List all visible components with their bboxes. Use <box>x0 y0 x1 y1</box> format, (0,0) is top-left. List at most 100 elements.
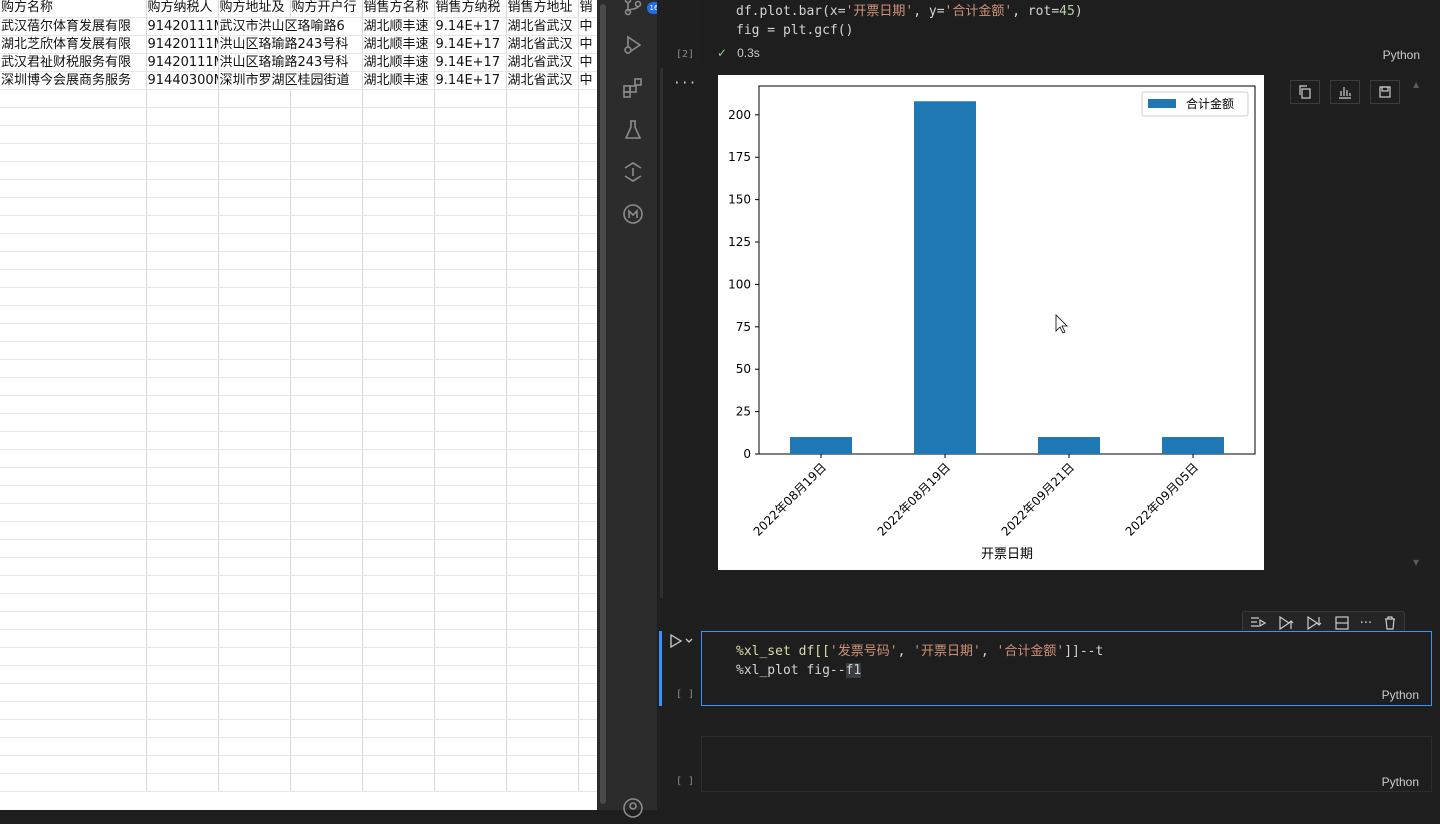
sheet-cell[interactable] <box>434 161 507 180</box>
sheet-cell[interactable] <box>578 269 597 288</box>
sheet-cell[interactable] <box>0 215 147 234</box>
sheet-cell[interactable] <box>218 179 291 198</box>
sheet-cell[interactable] <box>506 647 579 666</box>
sheet-cell[interactable]: 湖北省武汉 <box>506 17 579 36</box>
sheet-cell[interactable] <box>362 647 435 666</box>
sheet-cell[interactable] <box>290 179 363 198</box>
sheet-cell[interactable] <box>506 683 579 702</box>
sheet-cell[interactable] <box>290 611 363 630</box>
sheet-cell[interactable] <box>506 359 579 378</box>
sheet-cell[interactable] <box>0 503 147 522</box>
sheet-cell[interactable] <box>362 233 435 252</box>
sheet-cell[interactable]: 武汉蓓尔体育发展有限 <box>0 17 147 36</box>
cell-2-language[interactable]: Python <box>1382 688 1419 702</box>
sheet-cell[interactable] <box>290 413 363 432</box>
sheet-cell[interactable] <box>434 701 507 720</box>
sheet-cell[interactable]: 中 <box>578 17 597 36</box>
sheet-cell[interactable]: 洪山区珞瑜路243号科 <box>218 35 363 54</box>
sheet-cell[interactable] <box>434 107 507 126</box>
sheet-cell[interactable]: 中 <box>578 53 597 72</box>
sheet-cell[interactable] <box>578 377 597 396</box>
sheet-cell[interactable] <box>362 575 435 594</box>
sheet-cell[interactable] <box>434 719 507 738</box>
sheet-cell[interactable] <box>290 467 363 486</box>
sheet-cell[interactable] <box>290 107 363 126</box>
extensions-icon[interactable] <box>621 76 645 100</box>
sheet-cell[interactable]: 91420111M <box>146 17 219 36</box>
sheet-cell[interactable] <box>218 485 291 504</box>
sheet-cell[interactable] <box>434 737 507 756</box>
sheet-cell[interactable] <box>218 251 291 270</box>
sheet-cell[interactable] <box>146 233 219 252</box>
sheet-cell[interactable] <box>578 737 597 756</box>
code-cell-3[interactable]: Python <box>701 736 1432 792</box>
sheet-cell[interactable] <box>362 269 435 288</box>
sheet-cell[interactable] <box>362 395 435 414</box>
sheet-cell[interactable] <box>218 467 291 486</box>
sheet-cell[interactable] <box>362 449 435 468</box>
sheet-cell[interactable] <box>362 413 435 432</box>
sheet-cell[interactable] <box>506 449 579 468</box>
sheet-cell[interactable] <box>362 611 435 630</box>
sheet-cell[interactable]: 中 <box>578 71 597 90</box>
sheet-cell[interactable] <box>578 557 597 576</box>
sheet-cell[interactable]: 9.14E+17 <box>434 17 507 36</box>
sheet-cell[interactable] <box>578 593 597 612</box>
sheet-cell[interactable]: 湖北顺丰速 <box>362 53 435 72</box>
sheet-cell[interactable] <box>0 557 147 576</box>
sheet-cell[interactable] <box>362 143 435 162</box>
sheet-cell[interactable] <box>290 485 363 504</box>
sheet-cell[interactable] <box>0 629 147 648</box>
sheet-cell[interactable] <box>146 449 219 468</box>
sheet-cell[interactable] <box>290 503 363 522</box>
sheet-cell[interactable]: 91420111M <box>146 35 219 54</box>
sheet-cell[interactable] <box>506 593 579 612</box>
sheet-cell[interactable] <box>0 773 147 792</box>
sheet-cell[interactable] <box>290 683 363 702</box>
sheet-cell[interactable] <box>290 269 363 288</box>
sheet-cell[interactable] <box>290 215 363 234</box>
sheet-cell[interactable] <box>506 197 579 216</box>
sheet-cell[interactable] <box>0 125 147 144</box>
sheet-cell[interactable] <box>218 395 291 414</box>
sheet-cell[interactable] <box>578 629 597 648</box>
sheet-cell[interactable] <box>362 539 435 558</box>
sheet-cell[interactable] <box>146 107 219 126</box>
sheet-cell[interactable] <box>434 449 507 468</box>
sheet-cell[interactable] <box>434 611 507 630</box>
sheet-cell[interactable] <box>362 161 435 180</box>
sheet-cell[interactable] <box>218 359 291 378</box>
sheet-cell[interactable] <box>146 503 219 522</box>
sheet-cell[interactable] <box>0 737 147 756</box>
sheet-cell[interactable]: 购方纳税人 <box>146 0 219 18</box>
sheet-cell[interactable] <box>146 701 219 720</box>
sheet-cell[interactable] <box>218 539 291 558</box>
sheet-cell[interactable] <box>0 341 147 360</box>
sheet-cell[interactable] <box>506 341 579 360</box>
sheet-cell[interactable] <box>578 395 597 414</box>
sheet-cell[interactable] <box>146 395 219 414</box>
sheet-cell[interactable] <box>506 377 579 396</box>
sheet-cell[interactable] <box>146 467 219 486</box>
sheet-cell[interactable] <box>434 251 507 270</box>
sheet-cell[interactable] <box>362 503 435 522</box>
more-actions-icon[interactable]: ··· <box>1357 616 1375 632</box>
sheet-cell[interactable] <box>290 197 363 216</box>
sheet-cell[interactable] <box>434 557 507 576</box>
sheet-cell[interactable] <box>218 431 291 450</box>
sheet-cell[interactable] <box>218 341 291 360</box>
sheet-cell[interactable] <box>506 503 579 522</box>
sheet-cell[interactable] <box>434 521 507 540</box>
sheet-cell[interactable] <box>218 377 291 396</box>
sheet-cell[interactable]: 销 <box>578 0 597 18</box>
code-cell-2[interactable]: %xl_set df[['发票号码', '开票日期', '合计金额']]--t … <box>701 631 1432 706</box>
cell-3-language[interactable]: Python <box>1382 775 1419 789</box>
sheet-cell[interactable]: 9.14E+17 <box>434 71 507 90</box>
sheet-cell[interactable] <box>362 251 435 270</box>
sheet-cell[interactable] <box>0 521 147 540</box>
sheet-cell[interactable] <box>362 89 435 108</box>
sheet-cell[interactable] <box>218 503 291 522</box>
sheet-cell[interactable] <box>506 701 579 720</box>
sheet-cell[interactable] <box>578 449 597 468</box>
sheet-cell[interactable] <box>218 683 291 702</box>
